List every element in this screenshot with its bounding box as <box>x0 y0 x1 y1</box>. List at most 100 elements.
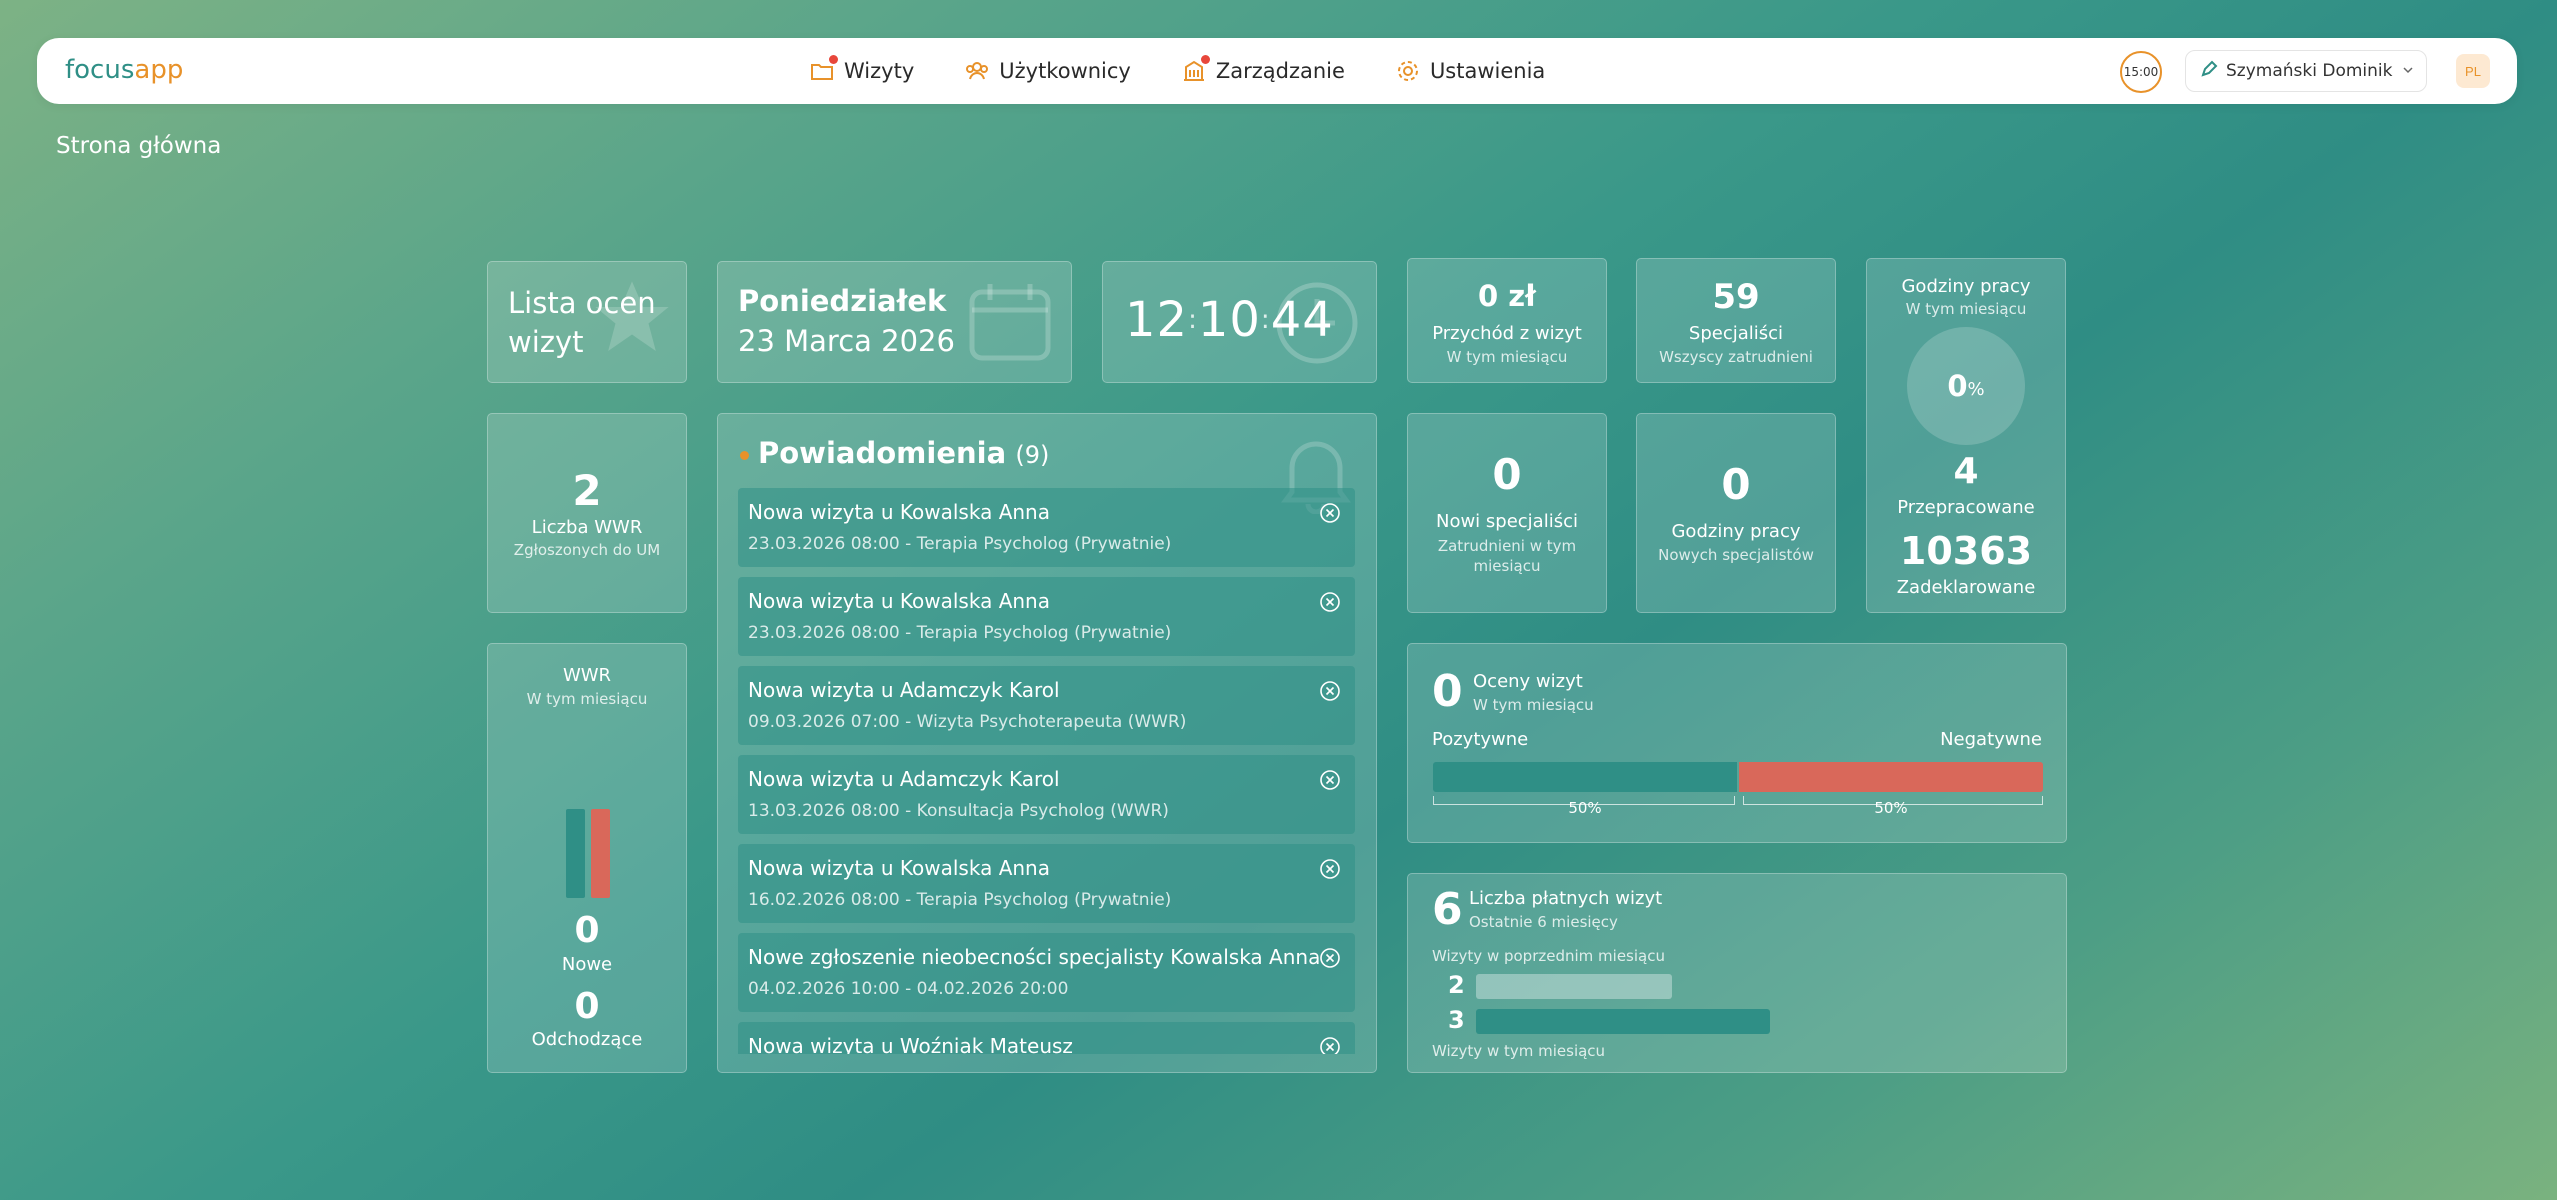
declared-hours-label: Zadeklarowane <box>1896 577 2036 598</box>
new-specialists-card: 0 Nowi specjaliści Zatrudnieni w tym mie… <box>1407 413 1607 613</box>
notifications-card: Powiadomienia (9) Nowa wizyta u Kowalska… <box>717 413 1377 1073</box>
new-hours-value: 0 <box>1721 460 1751 509</box>
notification-title: Nowa wizyta u Woźniak Mateusz <box>748 1034 1073 1054</box>
wwr-count-sub: Zgłoszonych do UM <box>513 541 661 559</box>
app-logo[interactable]: focusapp <box>65 55 183 85</box>
notification-detail: 13.03.2026 08:00 - Konsultacja Psycholog… <box>748 801 1169 821</box>
notification-item[interactable]: Nowa wizyta u Kowalska Anna 23.03.2026 0… <box>738 488 1355 567</box>
notification-item[interactable]: Nowa wizyta u Adamczyk Karol 09.03.2026 … <box>738 666 1355 745</box>
new-specialists-label: Nowi specjaliści <box>1435 511 1578 532</box>
notifications-header: Powiadomienia (9) <box>758 436 1049 470</box>
ratings-sub: W tym miesiącu <box>1473 696 1594 714</box>
user-name: Szymański Dominik <box>2226 61 2393 81</box>
logo-text-app: app <box>134 55 184 85</box>
close-icon[interactable] <box>1319 502 1341 529</box>
new-hours-card: 0 Godziny pracy Nowych specjalistów <box>1636 413 1836 613</box>
folder-icon <box>809 55 838 84</box>
close-icon[interactable] <box>1319 858 1341 885</box>
specialists-value: 59 <box>1712 277 1760 317</box>
revenue-value: 0 zł <box>1478 279 1536 313</box>
positive-percent: 50% <box>1568 799 1602 817</box>
user-menu-button[interactable]: Szymański Dominik <box>2185 50 2427 92</box>
nav-item-uzytkownicy[interactable]: Użytkownicy <box>964 58 1131 84</box>
ratings-value: 0 <box>1432 666 1463 717</box>
notification-item[interactable]: Nowa wizyta u Woźniak Mateusz <box>738 1022 1355 1054</box>
wwr-month-sub: W tym miesiącu <box>526 690 648 708</box>
revenue-card: 0 zł Przychód z wizyt W tym miesiącu <box>1407 258 1607 383</box>
wwr-leaving-label: Odchodzące <box>531 1029 643 1050</box>
notification-detail: 04.02.2026 10:00 - 04.02.2026 20:00 <box>748 979 1069 999</box>
notification-detail: 23.03.2026 08:00 - Terapia Psycholog (Pr… <box>748 623 1172 643</box>
specialists-card: 59 Specjaliści Wszyscy zatrudnieni <box>1636 258 1836 383</box>
language-switch[interactable]: PL <box>2456 54 2490 88</box>
notification-title: Nowa wizyta u Kowalska Anna <box>748 856 1050 880</box>
day-name: Poniedziałek <box>738 284 947 318</box>
worked-hours-value: 4 <box>1953 451 1979 492</box>
clock-hours: 12 <box>1125 292 1189 348</box>
close-icon[interactable] <box>1319 680 1341 707</box>
notification-detail: 23.03.2026 08:00 - Terapia Psycholog (Pr… <box>748 534 1172 554</box>
new-hours-sub: Nowych specjalistów <box>1658 546 1814 564</box>
wwr-leaving-value: 0 <box>574 986 600 1027</box>
chevron-down-icon <box>2402 61 2414 81</box>
clock-seconds: 44 <box>1270 292 1334 348</box>
wwr-leaving-bar <box>591 809 610 898</box>
ratings-list-label: Lista ocen wizyt <box>508 286 656 359</box>
paid-visits-card: 6 Liczba płatnych wizyt Ostatnie 6 miesi… <box>1407 873 2067 1073</box>
paid-visits-value: 6 <box>1432 884 1463 935</box>
visit-ratings-card: 0 Oceny wizyt W tym miesiącu Pozytywne N… <box>1407 643 2067 843</box>
date-card: Poniedziałek 23 Marca 2026 <box>717 261 1072 383</box>
logo-text-focus: focus <box>65 55 135 85</box>
session-timer-badge[interactable]: 15:00 <box>2120 51 2162 93</box>
users-icon <box>964 58 990 84</box>
calendar-icon <box>968 282 1052 367</box>
nav-label: Ustawienia <box>1429 59 1546 83</box>
revenue-label: Przychód z wizyt <box>1432 323 1582 344</box>
close-icon[interactable] <box>1319 591 1341 618</box>
building-icon <box>1181 55 1210 84</box>
positive-ratings-bar <box>1433 762 1737 792</box>
notification-title: Nowa wizyta u Adamczyk Karol <box>748 767 1060 791</box>
full-date: 23 Marca 2026 <box>738 324 955 358</box>
close-icon[interactable] <box>1319 769 1341 796</box>
close-icon[interactable] <box>1319 1036 1341 1054</box>
notification-item[interactable]: Nowe zgłoszenie nieobecności specjalisty… <box>738 933 1355 1012</box>
percent-sign: % <box>1967 378 1985 400</box>
previous-month-value: 2 <box>1448 971 1465 999</box>
new-hours-label: Godziny pracy <box>1671 521 1801 542</box>
wwr-count-label: Liczba WWR <box>531 517 643 538</box>
gear-icon <box>1395 58 1421 84</box>
new-specialists-sub: Zatrudnieni w tym miesiącu <box>1437 537 1577 575</box>
positive-label: Pozytywne <box>1432 729 1529 750</box>
work-hours-percent: 0 <box>1947 369 1968 403</box>
ratings-title: Oceny wizyt <box>1473 671 1583 692</box>
wwr-count-card: 2 Liczba WWR Zgłoszonych do UM <box>487 413 687 613</box>
nav-item-zarzadzanie[interactable]: Zarządzanie <box>1181 55 1345 84</box>
negative-percent: 50% <box>1874 799 1908 817</box>
current-month-value: 3 <box>1448 1006 1465 1034</box>
nav-label: Wizyty <box>844 59 915 83</box>
notification-item[interactable]: Nowa wizyta u Adamczyk Karol 13.03.2026 … <box>738 755 1355 834</box>
paid-visits-sub: Ostatnie 6 miesięcy <box>1469 913 1618 931</box>
nav-badge-dot <box>1200 55 1210 64</box>
notification-item[interactable]: Nowa wizyta u Kowalska Anna 23.03.2026 0… <box>738 577 1355 656</box>
notification-title: Nowe zgłoszenie nieobecności specjalisty… <box>748 945 1321 969</box>
top-navbar: focusapp Wizyty Użytkownicy Zarządzanie <box>37 38 2517 104</box>
notifications-list[interactable]: Nowa wizyta u Kowalska Anna 23.03.2026 0… <box>738 488 1355 1054</box>
close-icon[interactable] <box>1319 947 1341 974</box>
notification-title: Nowa wizyta u Kowalska Anna <box>748 500 1050 524</box>
nav-item-wizyty[interactable]: Wizyty <box>809 55 915 84</box>
previous-month-bar <box>1476 974 1672 999</box>
wwr-count-value: 2 <box>572 466 602 515</box>
current-month-label: Wizyty w tym miesiącu <box>1432 1042 1606 1060</box>
notification-item[interactable]: Nowa wizyta u Kowalska Anna 16.02.2026 0… <box>738 844 1355 923</box>
work-hours-card: Godziny pracy W tym miesiącu 0% 4 Przepr… <box>1866 258 2066 613</box>
declared-hours-value: 10363 <box>1899 529 2033 573</box>
clock-minutes: 10 <box>1197 292 1261 348</box>
wwr-new-bar <box>566 809 585 898</box>
clock-card: 12:10:44 <box>1102 261 1377 383</box>
nav-item-ustawienia[interactable]: Ustawienia <box>1395 58 1545 84</box>
ratings-list-card[interactable]: Lista ocen wizyt <box>487 261 687 383</box>
nav-label: Zarządzanie <box>1215 59 1345 83</box>
specialists-sub: Wszyscy zatrudnieni <box>1659 348 1813 366</box>
